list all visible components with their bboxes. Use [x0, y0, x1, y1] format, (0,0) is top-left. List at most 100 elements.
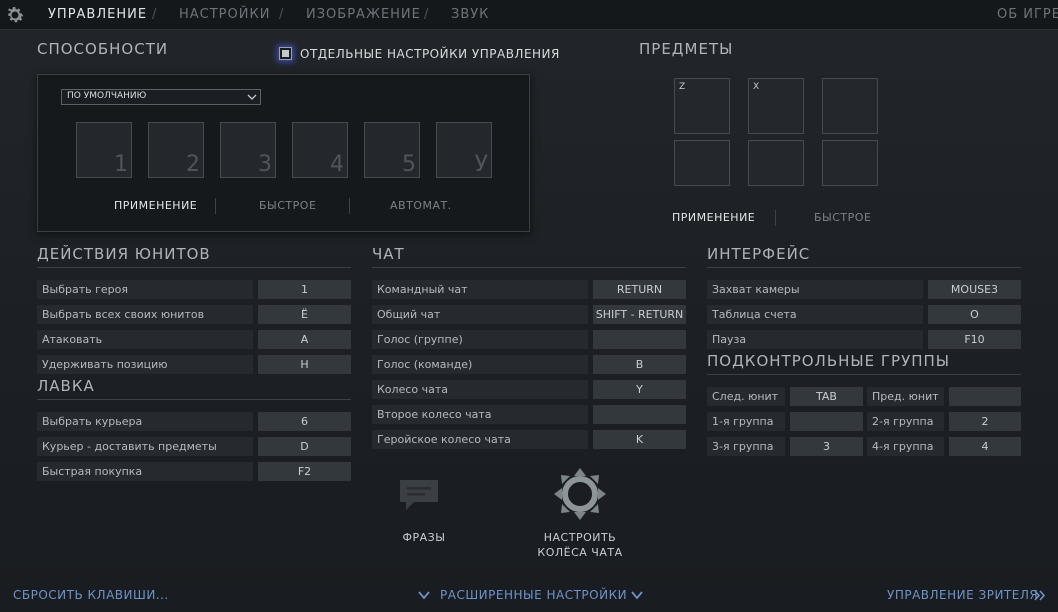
- hotkey-courier-deliver[interactable]: D: [258, 437, 351, 456]
- chevron-down-icon[interactable]: [631, 591, 643, 600]
- speech-bubble-icon[interactable]: [398, 478, 440, 512]
- hotkey-label: Таблица счета: [707, 305, 923, 324]
- hotkey-team-chat[interactable]: RETURN: [593, 280, 686, 299]
- hotkey-select-courier[interactable]: 6: [258, 412, 351, 431]
- hotkey-attack[interactable]: A: [258, 330, 351, 349]
- control-groups-title: ПОДКОНТРОЛЬНЫЕ ГРУППЫ: [707, 352, 951, 370]
- nav-separator: /: [424, 7, 429, 22]
- configure-chat-wheel-line-2: КОЛЁСА ЧАТА: [537, 546, 623, 559]
- divider: [707, 267, 1021, 268]
- hotkey-all-chat[interactable]: SHIFT - RETURN: [593, 305, 686, 324]
- ability-slot-1[interactable]: 1: [76, 122, 132, 178]
- ability-slot-5[interactable]: 5: [364, 122, 420, 178]
- hotkey-chat-wheel[interactable]: Y: [593, 380, 686, 399]
- hotkey-label: 2-я группа: [867, 412, 944, 431]
- hotkey-label: Общий чат: [372, 305, 588, 324]
- advanced-settings-button[interactable]: РАСШИРЕННЫЕ НАСТРОЙКИ: [440, 588, 627, 602]
- hotkey-label: Выбрать героя: [37, 280, 253, 299]
- divider: [707, 374, 1021, 375]
- hotkey-select-all-units[interactable]: Ё: [258, 305, 351, 324]
- ability-mode-quick[interactable]: БЫСТРОЕ: [259, 199, 316, 212]
- hotkey-group-3[interactable]: 3: [790, 437, 863, 456]
- ability-mode-normal[interactable]: ПРИМЕНЕНИЕ: [114, 199, 197, 212]
- chat-title: ЧАТ: [372, 245, 405, 263]
- hotkey-label: Быстрая покупка: [37, 462, 253, 481]
- ability-slot-ultimate[interactable]: У: [436, 122, 492, 178]
- slot-key: 2: [186, 152, 200, 177]
- hotkey-label: Голос (группе): [372, 330, 588, 349]
- hotkey-label: Захват камеры: [707, 280, 923, 299]
- slot-key: 5: [402, 152, 416, 177]
- top-nav-bar: УПРАВЛЕНИЕ / НАСТРОЙКИ / ИЗОБРАЖЕНИЕ / З…: [0, 0, 1058, 30]
- hotkey-voice-party[interactable]: [593, 330, 686, 349]
- hotkey-hold-position[interactable]: H: [258, 355, 351, 374]
- hotkey-select-hero[interactable]: 1: [258, 280, 351, 299]
- ability-slot-2[interactable]: 2: [148, 122, 204, 178]
- hotkey-group-2[interactable]: 2: [949, 412, 1021, 431]
- hotkey-scoreboard[interactable]: O: [928, 305, 1021, 324]
- item-slot-5[interactable]: [748, 140, 804, 186]
- slot-key: У: [474, 152, 488, 177]
- hotkey-group-4[interactable]: 4: [949, 437, 1021, 456]
- slot-key: 1: [114, 152, 128, 177]
- tab-video[interactable]: ИЗОБРАЖЕНИЕ: [306, 7, 421, 22]
- tab-settings[interactable]: НАСТРОЙКИ: [179, 7, 270, 22]
- tab-controls[interactable]: УПРАВЛЕНИЕ: [48, 7, 147, 22]
- hotkey-pause[interactable]: F10: [928, 330, 1021, 349]
- item-mode-quick[interactable]: БЫСТРОЕ: [814, 211, 871, 224]
- tab-sound[interactable]: ЗВУК: [451, 7, 489, 22]
- separate-settings-checkbox[interactable]: [279, 47, 292, 60]
- item-mode-normal[interactable]: ПРИМЕНЕНИЕ: [672, 211, 755, 224]
- hotkey-camera-grip[interactable]: MOUSE3: [928, 280, 1021, 299]
- unit-actions-title: ДЕЙСТВИЯ ЮНИТОВ: [37, 245, 211, 263]
- divider: [37, 399, 351, 400]
- double-chevron-right-icon[interactable]: [1034, 590, 1046, 601]
- divider: [37, 267, 351, 268]
- hotkey-prev-unit[interactable]: [949, 387, 1021, 406]
- divider: [372, 267, 686, 268]
- ability-mode-auto[interactable]: АВТОМАТ.: [390, 199, 452, 212]
- preset-value: ПО УМОЛЧАНИЮ: [67, 91, 147, 101]
- mode-divider: [215, 198, 216, 214]
- item-slot-6[interactable]: [822, 140, 878, 186]
- hotkey-group-1[interactable]: [790, 412, 863, 431]
- hotkey-label: Выбрать всех своих юнитов: [37, 305, 253, 324]
- hotkey-label: 3-я группа: [707, 437, 785, 456]
- slot-key: 3: [258, 152, 272, 177]
- interface-title: ИНТЕРФЕЙС: [707, 245, 811, 263]
- abilities-title: СПОСОБНОСТИ: [37, 40, 169, 58]
- tab-about-game[interactable]: ОБ ИГРЕ: [997, 7, 1058, 22]
- separate-settings-label[interactable]: ОТДЕЛЬНЫЕ НАСТРОЙКИ УПРАВЛЕНИЯ: [300, 47, 560, 61]
- item-slot-4[interactable]: [674, 140, 730, 186]
- hotkey-quick-buy[interactable]: F2: [258, 462, 351, 481]
- ability-slot-4[interactable]: 4: [292, 122, 348, 178]
- gear-icon[interactable]: [4, 4, 26, 26]
- item-slot-1[interactable]: Z: [674, 78, 730, 134]
- configure-chat-wheel-line-1: НАСТРОИТЬ: [543, 531, 617, 544]
- nav-separator: /: [152, 7, 157, 22]
- chat-wheel-icon[interactable]: [552, 466, 608, 522]
- shop-title: ЛАВКА: [37, 377, 95, 395]
- hotkey-label: Пред. юнит: [867, 387, 944, 406]
- hotkey-voice-team[interactable]: B: [593, 355, 686, 374]
- ability-slot-3[interactable]: 3: [220, 122, 276, 178]
- mode-divider: [775, 210, 776, 226]
- hotkey-label: След. юнит: [707, 387, 785, 406]
- slot-key: Z: [679, 82, 686, 92]
- ability-preset-dropdown[interactable]: ПО УМОЛЧАНИЮ: [61, 89, 261, 105]
- chevron-down-icon[interactable]: [418, 591, 430, 600]
- item-slot-3[interactable]: [822, 78, 878, 134]
- hotkey-label: Колесо чата: [372, 380, 588, 399]
- hotkey-hero-chat-wheel[interactable]: K: [593, 430, 686, 449]
- spectator-controls-button[interactable]: УПРАВЛЕНИЕ ЗРИТЕЛЯ: [887, 588, 1038, 602]
- hotkey-label: Пауза: [707, 330, 923, 349]
- item-slot-2[interactable]: X: [748, 78, 804, 134]
- hotkey-label: Курьер - доставить предметы: [37, 437, 253, 456]
- hotkey-next-unit[interactable]: TAB: [790, 387, 863, 406]
- hotkey-label: Удерживать позицию: [37, 355, 253, 374]
- reset-keys-button[interactable]: СБРОСИТЬ КЛАВИШИ...: [13, 588, 169, 602]
- hotkey-chat-wheel-2[interactable]: [593, 405, 686, 424]
- configure-chat-wheel-label[interactable]: НАСТРОИТЬ КОЛЁСА ЧАТА: [530, 530, 630, 560]
- mode-divider: [349, 198, 350, 214]
- phrases-label[interactable]: ФРАЗЫ: [392, 530, 456, 545]
